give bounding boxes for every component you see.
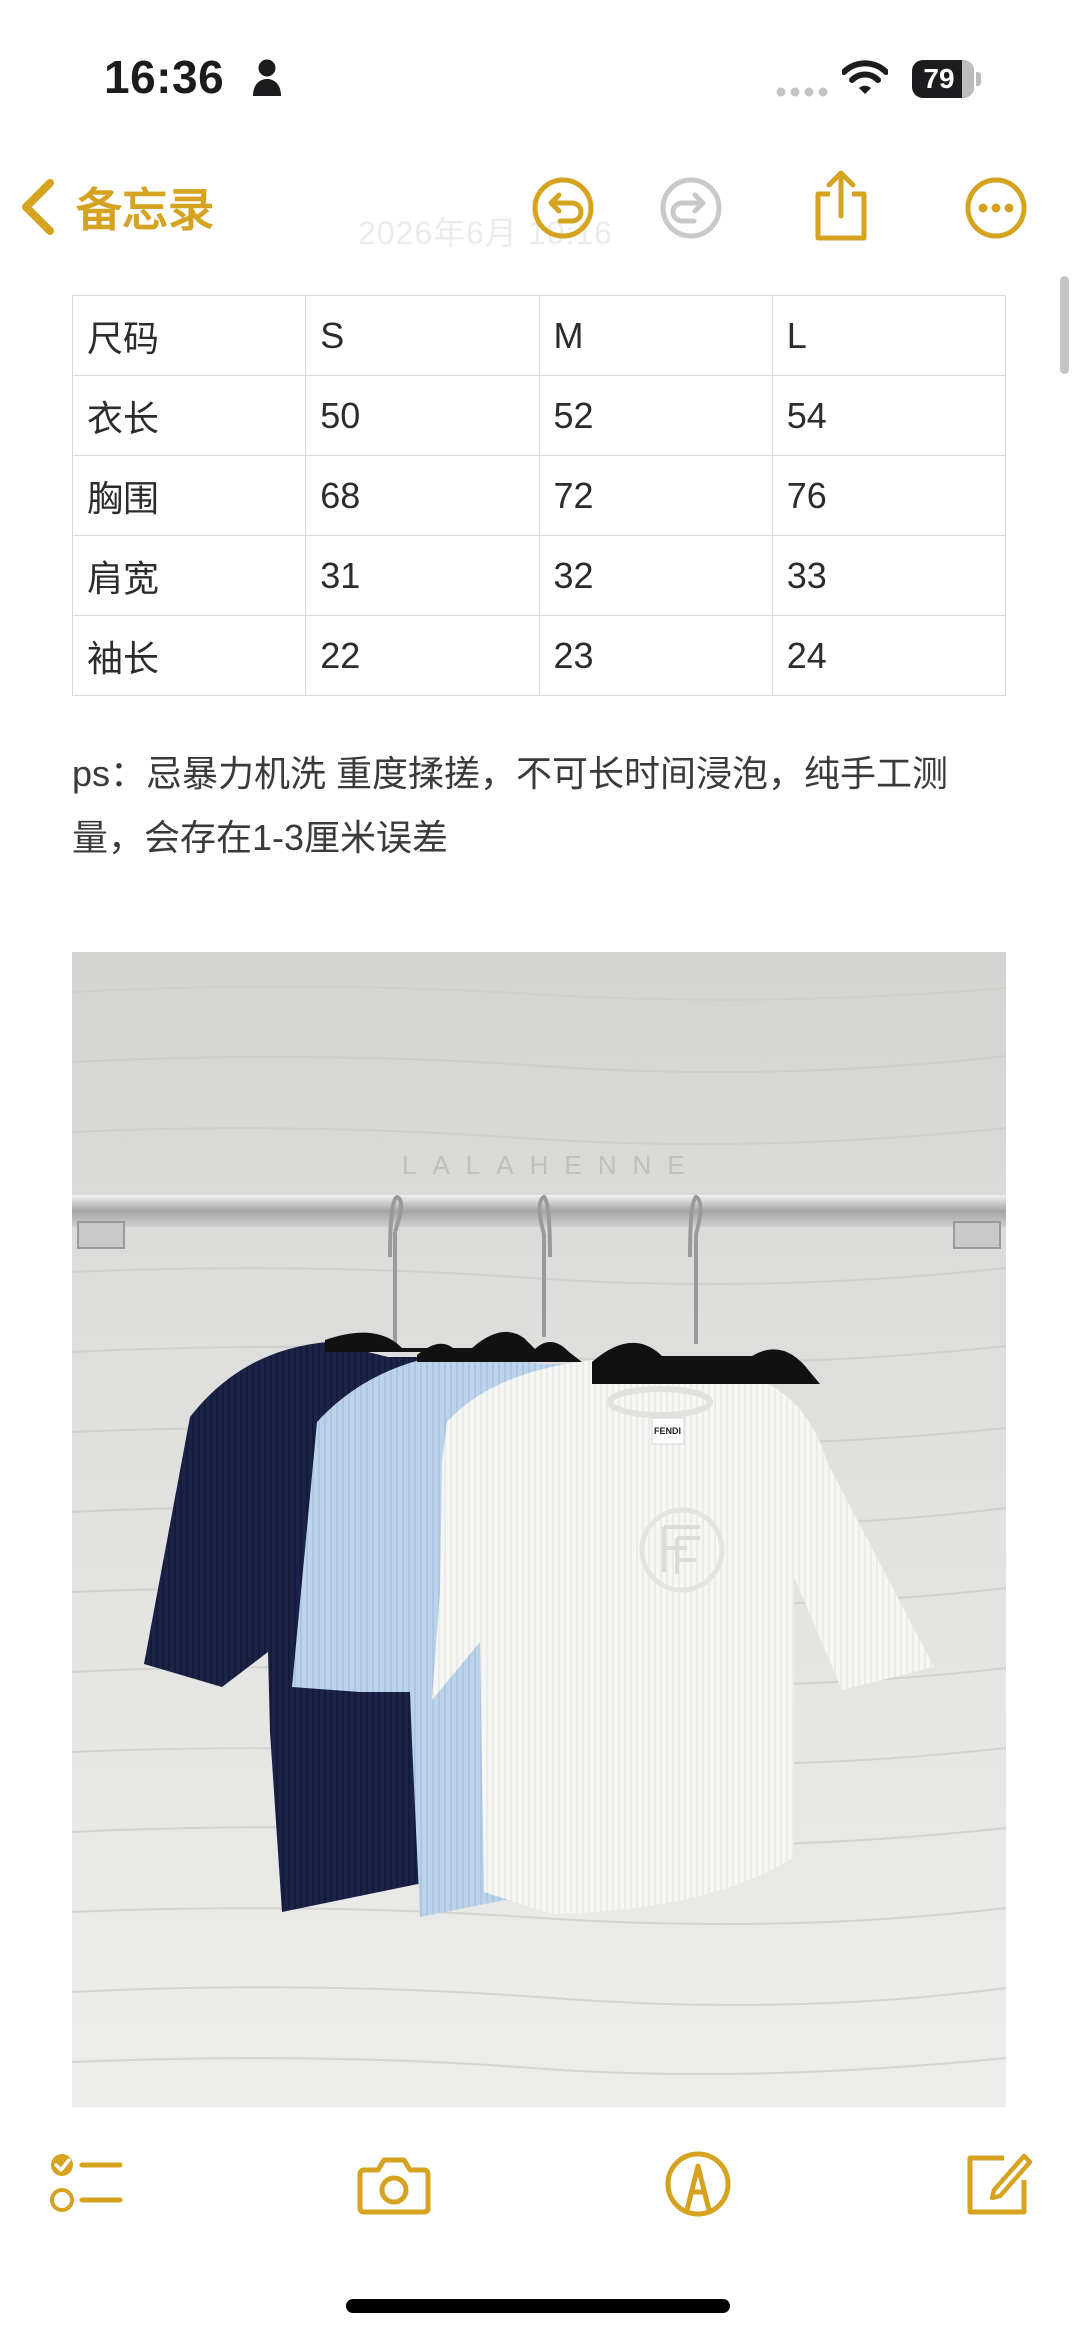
- compose-icon[interactable]: [960, 2146, 1036, 2222]
- share-icon[interactable]: [808, 168, 874, 242]
- home-indicator[interactable]: [346, 2299, 730, 2313]
- redo-icon[interactable]: [658, 175, 724, 241]
- watermark-text: LALAHENNE: [402, 1150, 701, 1180]
- back-label: 备忘录: [76, 184, 214, 236]
- table-cell: 肩宽: [71, 535, 307, 616]
- chevron-left-icon: [22, 179, 54, 235]
- markup-icon[interactable]: [660, 2146, 736, 2222]
- table-row: 胸围 68 72 76: [71, 455, 1007, 536]
- table-cell: 尺码: [71, 295, 307, 376]
- table-cell: 33: [771, 535, 1007, 616]
- table-row: 袖长 22 23 24: [71, 615, 1007, 696]
- product-photo[interactable]: LALAHENNE FENDI: [72, 952, 1006, 2107]
- wifi-icon: [842, 60, 888, 94]
- cellular-dots-icon: [776, 87, 828, 97]
- checklist-icon[interactable]: [48, 2148, 124, 2218]
- table-cell: 24: [771, 615, 1007, 696]
- table-cell: 31: [305, 535, 540, 616]
- table-cell: 衣长: [71, 375, 307, 456]
- note-text: ps：忌暴力机洗 重度揉搓，不可长时间浸泡，纯手工测量，会存在1-3厘米误差: [72, 753, 949, 858]
- more-icon[interactable]: [963, 175, 1029, 241]
- garment-label: FENDI: [654, 1426, 681, 1436]
- table-cell: S: [305, 295, 540, 376]
- undo-icon[interactable]: [530, 175, 596, 241]
- table-cell: 胸围: [71, 455, 307, 536]
- person-icon: [253, 59, 281, 96]
- size-table: 尺码 S M L 衣长 50 52 54 胸围 68 72 76 肩宽 31 3…: [71, 295, 1007, 696]
- table-cell: L: [771, 295, 1007, 376]
- table-header-row: 尺码 S M L: [71, 295, 1007, 376]
- camera-icon[interactable]: [356, 2148, 432, 2218]
- table-cell: 22: [305, 615, 540, 696]
- table-cell: 50: [305, 375, 540, 456]
- table-cell: 32: [538, 535, 773, 616]
- table-cell: 52: [538, 375, 773, 456]
- scroll-indicator[interactable]: [1060, 276, 1069, 374]
- table-cell: 76: [771, 455, 1007, 536]
- battery-level: 79: [923, 63, 955, 94]
- table-cell: 54: [771, 375, 1007, 456]
- table-row: 肩宽 31 32 33: [71, 535, 1007, 616]
- table-cell: 72: [538, 455, 773, 536]
- table-cell: 袖长: [71, 615, 307, 696]
- back-button[interactable]: 备忘录: [18, 172, 214, 242]
- status-time: 16:36: [104, 51, 225, 103]
- table-row: 衣长 50 52 54: [71, 375, 1007, 456]
- table-cell: 23: [538, 615, 773, 696]
- table-cell: M: [538, 295, 773, 376]
- table-cell: 68: [305, 455, 540, 536]
- battery-indicator: 79: [912, 60, 981, 98]
